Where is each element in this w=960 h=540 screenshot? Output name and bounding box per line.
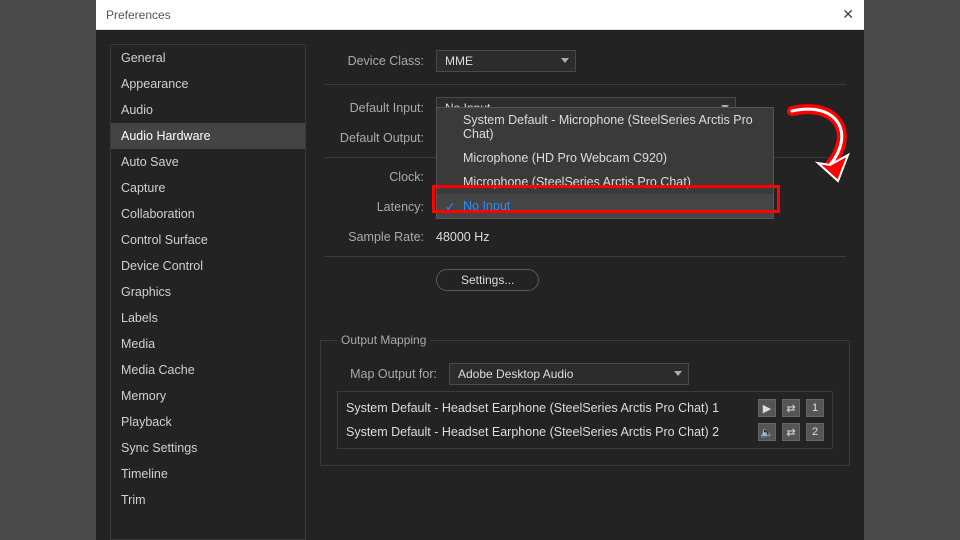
sidebar-item-capture[interactable]: Capture — [111, 175, 305, 201]
sidebar-item-sync-settings[interactable]: Sync Settings — [111, 435, 305, 461]
sidebar: GeneralAppearanceAudioAudio HardwareAuto… — [110, 44, 306, 540]
dropdown-item[interactable]: System Default - Microphone (SteelSeries… — [437, 108, 773, 146]
sidebar-item-memory[interactable]: Memory — [111, 383, 305, 409]
audio-hardware-group: Device Class: MME Default Input: No Inpu… — [320, 44, 850, 313]
output-row: System Default - Headset Earphone (Steel… — [338, 420, 832, 444]
close-icon[interactable]: ✕ — [842, 6, 854, 23]
speaker-icon[interactable]: 🔈 — [758, 423, 776, 441]
sidebar-item-media-cache[interactable]: Media Cache — [111, 357, 305, 383]
titlebar: Preferences ✕ — [96, 0, 864, 30]
sidebar-item-control-surface[interactable]: Control Surface — [111, 227, 305, 253]
sidebar-item-playback[interactable]: Playback — [111, 409, 305, 435]
main-panel: Device Class: MME Default Input: No Inpu… — [320, 44, 850, 540]
output-row-name: System Default - Headset Earphone (Steel… — [346, 425, 719, 439]
sidebar-item-labels[interactable]: Labels — [111, 305, 305, 331]
sidebar-item-audio-hardware[interactable]: Audio Hardware — [111, 123, 305, 149]
sidebar-item-device-control[interactable]: Device Control — [111, 253, 305, 279]
chevron-down-icon — [561, 58, 569, 63]
sidebar-item-media[interactable]: Media — [111, 331, 305, 357]
label-device-class: Device Class: — [324, 54, 424, 68]
label-default-output: Default Output: — [324, 131, 424, 145]
settings-button[interactable]: Settings... — [436, 269, 539, 291]
label-clock: Clock: — [324, 170, 424, 184]
dropdown-item[interactable]: Microphone (SteelSeries Arctis Pro Chat) — [437, 170, 773, 194]
output-rows: System Default - Headset Earphone (Steel… — [337, 391, 833, 449]
route-icon[interactable]: ⇄ — [782, 423, 800, 441]
select-value: MME — [445, 54, 473, 68]
label-map-output-for: Map Output for: — [337, 367, 437, 381]
sidebar-item-timeline[interactable]: Timeline — [111, 461, 305, 487]
channel-badge[interactable]: 1 — [806, 399, 824, 417]
map-output-for-select[interactable]: Adobe Desktop Audio — [449, 363, 689, 385]
label-latency: Latency: — [324, 200, 424, 214]
default-input-dropdown: System Default - Microphone (SteelSeries… — [436, 107, 774, 219]
sidebar-item-general[interactable]: General — [111, 45, 305, 71]
output-mapping-legend: Output Mapping — [337, 333, 430, 347]
channel-badge[interactable]: 2 — [806, 423, 824, 441]
sidebar-item-appearance[interactable]: Appearance — [111, 71, 305, 97]
speaker-icon[interactable]: ▶ — [758, 399, 776, 417]
sidebar-item-graphics[interactable]: Graphics — [111, 279, 305, 305]
output-row-name: System Default - Headset Earphone (Steel… — [346, 401, 719, 415]
dropdown-item[interactable]: Microphone (HD Pro Webcam C920) — [437, 146, 773, 170]
sample-rate-value: 48000 Hz — [436, 230, 490, 244]
route-icon[interactable]: ⇄ — [782, 399, 800, 417]
dropdown-item[interactable]: No Input — [437, 194, 773, 218]
sidebar-item-trim[interactable]: Trim — [111, 487, 305, 513]
device-class-select[interactable]: MME — [436, 50, 576, 72]
chevron-down-icon — [674, 371, 682, 376]
output-row: System Default - Headset Earphone (Steel… — [338, 396, 832, 420]
label-sample-rate: Sample Rate: — [324, 230, 424, 244]
window-title: Preferences — [106, 8, 171, 22]
preferences-window: Preferences ✕ GeneralAppearanceAudioAudi… — [96, 0, 864, 540]
sidebar-item-collaboration[interactable]: Collaboration — [111, 201, 305, 227]
output-mapping-group: Output Mapping Map Output for: Adobe Des… — [320, 333, 850, 466]
sidebar-item-auto-save[interactable]: Auto Save — [111, 149, 305, 175]
label-default-input: Default Input: — [324, 101, 424, 115]
sidebar-item-audio[interactable]: Audio — [111, 97, 305, 123]
select-value: Adobe Desktop Audio — [458, 367, 573, 381]
